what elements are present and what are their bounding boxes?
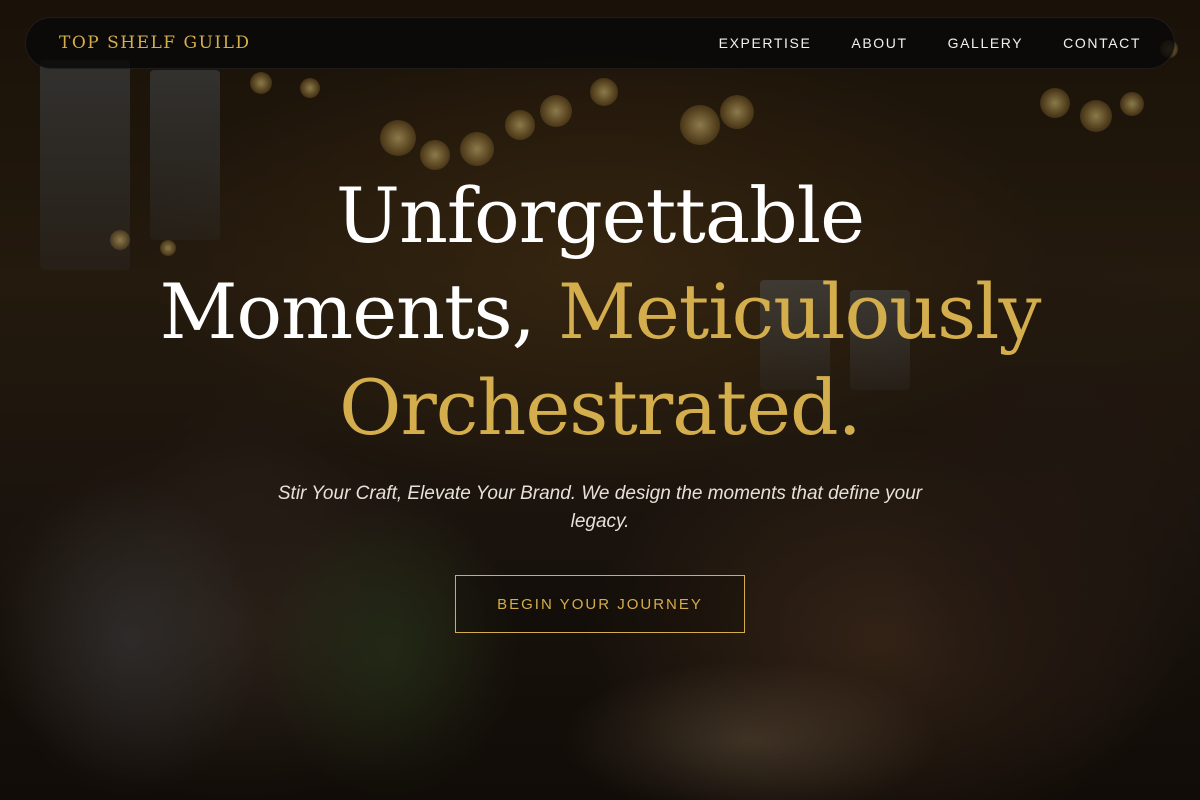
brand-logo[interactable]: TOP SHELF GUILD (59, 33, 251, 53)
nav-link-about[interactable]: ABOUT (851, 35, 907, 51)
nav-link-expertise[interactable]: EXPERTISE (719, 35, 812, 51)
nav-links: EXPERTISE ABOUT GALLERY CONTACT (719, 35, 1141, 51)
hero-subtitle: Stir Your Craft, Elevate Your Brand. We … (277, 483, 923, 532)
hero-section: TOP SHELF GUILD EXPERTISE ABOUT GALLERY … (0, 0, 1200, 800)
hero-headline: Unforgettable Moments, Meticulously Orch… (0, 168, 1200, 456)
begin-journey-button[interactable]: BEGIN YOUR JOURNEY (455, 575, 745, 633)
headline-line-2-accent: Meticulously (558, 267, 1041, 356)
headline-line-2-white: Moments, (159, 267, 536, 356)
headline-line-1: Unforgettable (335, 171, 865, 260)
top-navigation-bar: TOP SHELF GUILD EXPERTISE ABOUT GALLERY … (25, 17, 1175, 69)
nav-link-gallery[interactable]: GALLERY (948, 35, 1024, 51)
nav-link-contact[interactable]: CONTACT (1063, 35, 1141, 51)
headline-line-3-accent: Orchestrated. (339, 363, 862, 452)
